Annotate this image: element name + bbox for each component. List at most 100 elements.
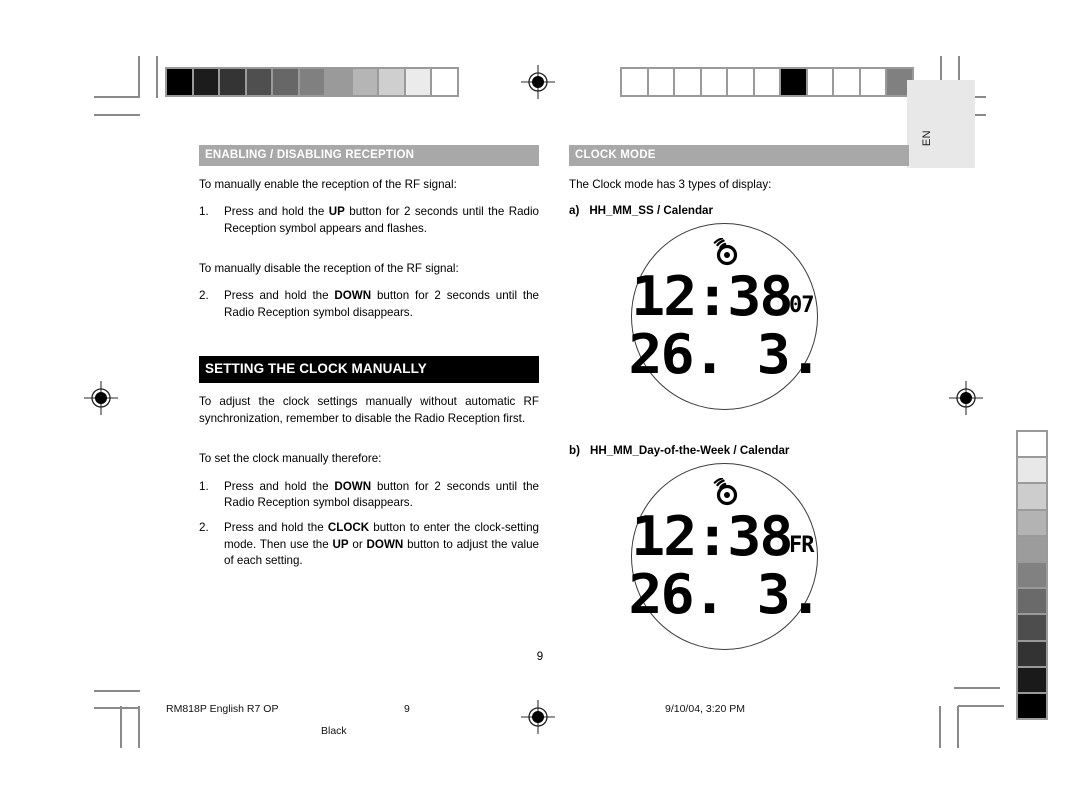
registration-mark-right	[949, 381, 983, 415]
crop-mark-bottom-left-vertical	[138, 706, 140, 748]
radio-reception-icon	[713, 478, 737, 506]
page-number: 9	[536, 651, 544, 663]
paragraph-disable-intro: To manually disable the reception of the…	[199, 262, 459, 275]
registration-bar-patch	[754, 69, 780, 95]
grayscale-wedge-patch	[352, 69, 378, 95]
registration-bar-patch	[701, 69, 727, 95]
registration-mark-left	[84, 381, 118, 415]
registration-mark-top	[521, 65, 555, 99]
registration-bar-patch	[807, 69, 833, 95]
vertical-wedge-patch	[1018, 458, 1046, 483]
grayscale-wedge-patch	[432, 69, 458, 95]
step-number: 2.	[199, 289, 209, 303]
registration-mark-bottom	[521, 700, 555, 734]
lcd-seconds-a: 07	[789, 292, 814, 318]
vertical-grayscale-wedge	[1016, 430, 1048, 720]
lcd-date-row-b: 26. 3.	[628, 568, 822, 622]
lcd-watch-face-b: 12:38 FR 26. 3.	[628, 463, 823, 651]
crop-mark-bottom-right-outer-vertical	[939, 706, 941, 748]
list-item: 2. Press and hold the CLOCK button to ent…	[199, 520, 539, 569]
language-tab: EN	[907, 80, 975, 168]
crop-mark-bottom-left-outer-horizontal	[94, 707, 140, 709]
grayscale-wedge-patch	[193, 69, 219, 95]
vertical-wedge-patch	[1018, 667, 1046, 692]
registration-bar-patch	[675, 69, 700, 95]
display-a-title: HH_MM_SS / Calendar	[589, 204, 714, 218]
registration-patch-bar	[620, 67, 914, 97]
lcd-watch-face-a: 12:38 07 26. 3.	[628, 223, 823, 411]
list-item: 1. Press and hold the DOWN button for 2 s…	[199, 479, 539, 512]
lcd-date-b: 26. 3.	[628, 563, 822, 627]
steps-enable-list: 1. Press and hold the UP button for 2 sec…	[199, 204, 539, 237]
display-b-marker: b)	[569, 444, 580, 458]
section-heading-clock-mode: CLOCK MODE	[569, 145, 909, 166]
paragraph-manual-intro-2: To set the clock manually therefore:	[199, 452, 382, 466]
step-keyword-clock: CLOCK	[327, 521, 370, 535]
step-number: 2.	[199, 521, 209, 535]
language-tab-label: EN	[921, 129, 933, 146]
step-number: 1.	[199, 479, 209, 493]
crop-mark-top-left-vertical	[138, 56, 140, 98]
display-b-title: HH_MM_Day-of-the-Week / Calendar	[589, 444, 790, 458]
step-text-pre: Press and hold the	[224, 521, 328, 535]
radio-reception-icon	[713, 238, 737, 266]
printed-page: EN ENABLING / DISABLING RECEPTION To man…	[0, 0, 1080, 809]
crop-mark-bottom-right-vertical	[957, 706, 959, 748]
step-text-pre: Press and hold the	[224, 289, 335, 303]
registration-bar-patch	[860, 69, 886, 95]
display-a-marker: a)	[569, 204, 580, 218]
step-keyword-down-2: DOWN	[366, 537, 404, 551]
section-heading-enabling-disabling-reception: ENABLING / DISABLING RECEPTION	[199, 145, 539, 166]
grayscale-wedge-patch	[246, 69, 272, 95]
step-keyword-down: DOWN	[334, 479, 372, 493]
crop-mark-top-left-horizontal	[94, 96, 140, 98]
crop-mark-top-left-outer-vertical	[156, 56, 158, 98]
lcd-time-b: 12:38	[631, 505, 794, 569]
paragraph-enable-intro: To manually enable the reception of the …	[199, 177, 457, 191]
vertical-wedge-patch	[1018, 589, 1046, 614]
footer-document-id: RM818P English R7 OP	[166, 703, 279, 715]
vertical-wedge-patch	[1018, 693, 1046, 719]
vertical-wedge-patch	[1018, 510, 1046, 535]
display-b-label: b) HH_MM_Day-of-the-Week / Calendar	[569, 444, 909, 457]
step-number: 1.	[199, 205, 209, 219]
registration-bar-patch	[834, 69, 859, 95]
steps-manual-list: 1. Press and hold the DOWN button for 2 s…	[199, 479, 539, 570]
crop-mark-bottom-left-outer-vertical	[120, 706, 122, 748]
footer-plate-name: Black	[321, 725, 347, 737]
registration-bar-patch	[648, 69, 674, 95]
grayscale-wedge-patch	[273, 69, 298, 95]
vertical-wedge-patch	[1018, 484, 1046, 509]
paragraph-manual-intro: To adjust the clock settings manually wi…	[199, 395, 539, 425]
grayscale-step-wedge	[165, 67, 459, 97]
vertical-wedge-patch	[1018, 562, 1046, 588]
registration-bar-patch	[781, 69, 806, 95]
right-text-column: CLOCK MODE The Clock mode has 3 types of…	[569, 145, 909, 651]
steps-disable-list: 2. Press and hold the DOWN button for 2 s…	[199, 288, 539, 321]
lcd-time-row-b: 12:38 FR	[631, 505, 817, 569]
crop-mark-bottom-right-top-horizontal	[958, 705, 1004, 707]
lcd-date-a: 26. 3.	[628, 323, 822, 387]
lcd-time-row-a: 12:38 07	[631, 265, 817, 329]
list-item: 1. Press and hold the UP button for 2 sec…	[199, 204, 539, 237]
crop-mark-top-left-outer-horizontal	[94, 114, 140, 116]
step-keyword-up: UP	[328, 205, 345, 219]
grayscale-wedge-patch	[379, 69, 404, 95]
step-text-or: or	[348, 537, 367, 551]
lcd-time-a: 12:38	[631, 265, 794, 329]
lcd-weekday-b: FR	[789, 532, 814, 558]
vertical-wedge-patch	[1018, 615, 1046, 640]
paragraph-clock-mode-intro: The Clock mode has 3 types of display:	[569, 177, 772, 191]
vertical-wedge-patch	[1018, 536, 1046, 561]
list-item: 2. Press and hold the DOWN button for 2 s…	[199, 288, 539, 321]
crop-mark-bottom-left-horizontal	[94, 690, 140, 692]
step-text-pre: Press and hold the	[224, 479, 335, 493]
crop-mark-bottom-right-horizontal	[954, 687, 1000, 689]
grayscale-wedge-patch	[299, 69, 325, 95]
step-text-pre: Press and hold the	[224, 205, 329, 219]
vertical-wedge-patch	[1018, 432, 1046, 457]
left-text-column: ENABLING / DISABLING RECEPTION To manual…	[199, 145, 539, 581]
grayscale-wedge-patch	[220, 69, 245, 95]
